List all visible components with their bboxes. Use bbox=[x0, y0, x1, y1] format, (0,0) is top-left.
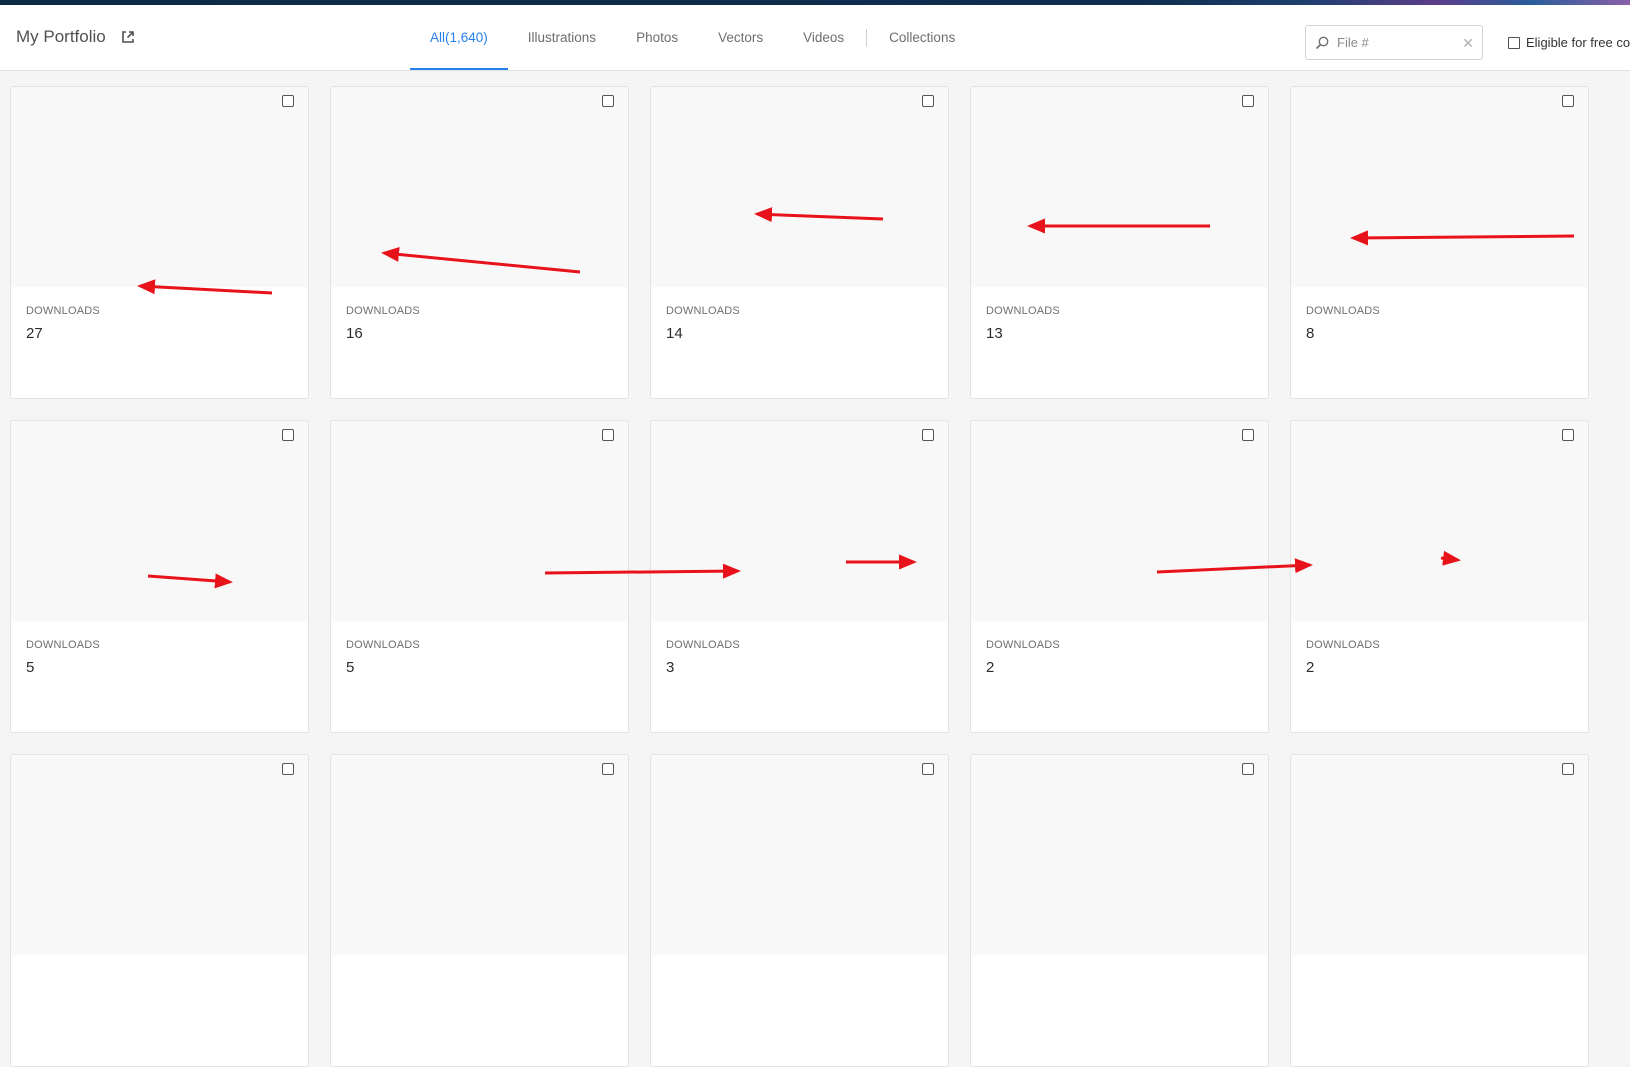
eligible-checkbox[interactable] bbox=[1508, 36, 1520, 49]
asset-thumbnail[interactable] bbox=[651, 87, 948, 287]
asset-thumbnail[interactable] bbox=[11, 755, 308, 955]
downloads-count: 2 bbox=[1306, 659, 1315, 676]
asset-thumbnail[interactable] bbox=[971, 87, 1268, 287]
downloads-label: DOWNLOADS bbox=[26, 639, 100, 651]
asset-thumbnail[interactable] bbox=[971, 755, 1268, 955]
tab-divider bbox=[866, 28, 868, 47]
asset-card[interactable]: DOWNLOADS 16 bbox=[330, 86, 629, 399]
downloads-label: DOWNLOADS bbox=[26, 305, 100, 317]
asset-card[interactable]: DOWNLOADS 5 bbox=[10, 420, 309, 733]
file-number-input[interactable] bbox=[1335, 34, 1459, 51]
tab-videos[interactable]: Videos bbox=[783, 5, 864, 70]
asset-card[interactable]: DOWNLOADS 27 bbox=[10, 86, 309, 399]
asset-card[interactable]: DOWNLOADS 3 bbox=[650, 420, 949, 733]
select-checkbox[interactable] bbox=[1242, 95, 1254, 107]
select-checkbox[interactable] bbox=[602, 429, 614, 441]
asset-card[interactable] bbox=[970, 754, 1269, 1067]
eligible-label: Eligible for free col bbox=[1526, 35, 1630, 50]
downloads-label: DOWNLOADS bbox=[666, 639, 740, 651]
asset-card[interactable]: DOWNLOADS 8 bbox=[1290, 86, 1589, 399]
tab-bar: All(1,640) Illustrations Photos Vectors … bbox=[410, 5, 975, 70]
downloads-label: DOWNLOADS bbox=[986, 305, 1060, 317]
downloads-count: 8 bbox=[1306, 325, 1315, 342]
tab-illustrations[interactable]: Illustrations bbox=[508, 5, 616, 70]
search-icon bbox=[1315, 36, 1329, 49]
tab-collections[interactable]: Collections bbox=[869, 5, 975, 70]
downloads-count: 13 bbox=[986, 325, 1003, 342]
asset-thumbnail[interactable] bbox=[1291, 755, 1588, 955]
downloads-count: 16 bbox=[346, 325, 363, 342]
select-checkbox[interactable] bbox=[282, 95, 294, 107]
downloads-count: 3 bbox=[666, 659, 675, 676]
select-checkbox[interactable] bbox=[1562, 95, 1574, 107]
select-checkbox[interactable] bbox=[602, 763, 614, 775]
tab-vectors[interactable]: Vectors bbox=[698, 5, 783, 70]
select-checkbox[interactable] bbox=[282, 763, 294, 775]
downloads-label: DOWNLOADS bbox=[346, 639, 420, 651]
downloads-count: 14 bbox=[666, 325, 683, 342]
select-checkbox[interactable] bbox=[922, 95, 934, 107]
select-checkbox[interactable] bbox=[1562, 429, 1574, 441]
asset-thumbnail[interactable] bbox=[971, 421, 1268, 621]
downloads-count: 27 bbox=[26, 325, 43, 342]
asset-thumbnail[interactable] bbox=[1291, 87, 1588, 287]
select-checkbox[interactable] bbox=[282, 429, 294, 441]
asset-thumbnail[interactable] bbox=[1291, 421, 1588, 621]
asset-thumbnail[interactable] bbox=[331, 87, 628, 287]
file-search-box: ✕ bbox=[1305, 25, 1483, 60]
downloads-count: 5 bbox=[346, 659, 355, 676]
asset-thumbnail[interactable] bbox=[331, 421, 628, 621]
downloads-count: 5 bbox=[26, 659, 35, 676]
downloads-count: 2 bbox=[986, 659, 995, 676]
page-title: My Portfolio bbox=[16, 27, 106, 46]
asset-card[interactable] bbox=[1290, 754, 1589, 1067]
select-checkbox[interactable] bbox=[602, 95, 614, 107]
select-checkbox[interactable] bbox=[1242, 429, 1254, 441]
asset-thumbnail[interactable] bbox=[11, 87, 308, 287]
portfolio-header: My Portfolio All(1,640) Illustrations Ph… bbox=[0, 5, 1630, 71]
asset-card[interactable]: DOWNLOADS 2 bbox=[1290, 420, 1589, 733]
asset-card[interactable]: DOWNLOADS 5 bbox=[330, 420, 629, 733]
clear-icon[interactable]: ✕ bbox=[1462, 35, 1474, 52]
select-checkbox[interactable] bbox=[1562, 763, 1574, 775]
asset-card[interactable]: DOWNLOADS 14 bbox=[650, 86, 949, 399]
external-link-icon[interactable] bbox=[120, 29, 136, 45]
downloads-label: DOWNLOADS bbox=[1306, 639, 1380, 651]
asset-card[interactable] bbox=[650, 754, 949, 1067]
eligible-filter[interactable]: Eligible for free col bbox=[1508, 35, 1630, 50]
tab-all[interactable]: All(1,640) bbox=[410, 5, 508, 70]
select-checkbox[interactable] bbox=[922, 763, 934, 775]
downloads-label: DOWNLOADS bbox=[1306, 305, 1380, 317]
tab-photos[interactable]: Photos bbox=[616, 5, 698, 70]
downloads-label: DOWNLOADS bbox=[346, 305, 420, 317]
asset-card[interactable] bbox=[10, 754, 309, 1067]
select-checkbox[interactable] bbox=[1242, 763, 1254, 775]
title-group: My Portfolio bbox=[16, 27, 136, 47]
asset-thumbnail[interactable] bbox=[331, 755, 628, 955]
asset-thumbnail[interactable] bbox=[651, 755, 948, 955]
asset-thumbnail[interactable] bbox=[651, 421, 948, 621]
select-checkbox[interactable] bbox=[922, 429, 934, 441]
asset-card[interactable] bbox=[330, 754, 629, 1067]
asset-card[interactable]: DOWNLOADS 2 bbox=[970, 420, 1269, 733]
asset-card[interactable]: DOWNLOADS 13 bbox=[970, 86, 1269, 399]
asset-thumbnail[interactable] bbox=[11, 421, 308, 621]
downloads-label: DOWNLOADS bbox=[666, 305, 740, 317]
downloads-label: DOWNLOADS bbox=[986, 639, 1060, 651]
